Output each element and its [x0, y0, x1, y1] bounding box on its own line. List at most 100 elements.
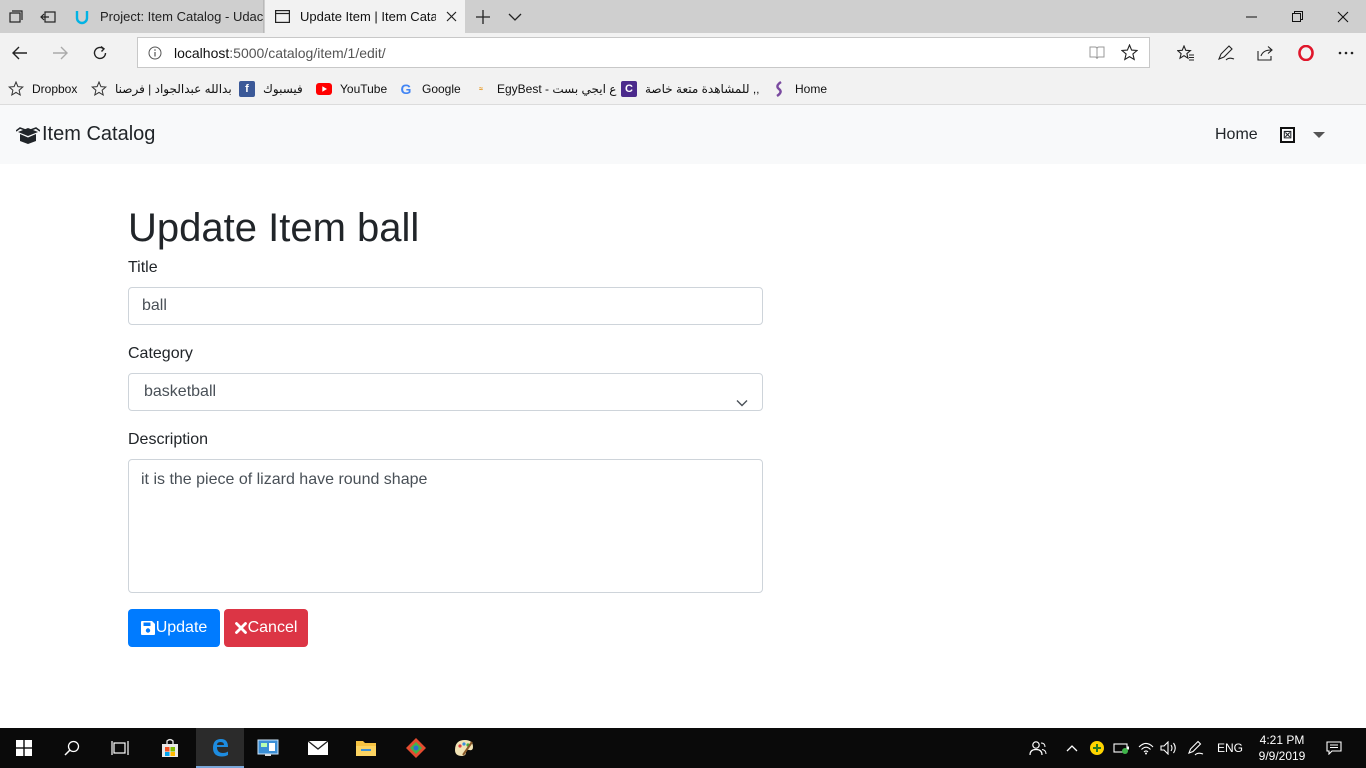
search-icon[interactable] — [48, 728, 96, 768]
category-select[interactable]: basketball — [128, 373, 763, 411]
star-icon — [91, 81, 107, 97]
url-field[interactable]: localhost:5000/catalog/item/1/edit/ — [137, 37, 1150, 68]
back-button[interactable] — [0, 33, 40, 73]
forward-button[interactable] — [40, 33, 80, 73]
mail-icon[interactable] — [294, 728, 342, 768]
favorite-star-icon[interactable] — [1121, 44, 1138, 61]
favorites-bar: Dropbox بدالله عبدالجواد | فرصنا f فيسبو… — [0, 73, 1366, 105]
description-textarea[interactable]: it is the piece of lizard have round sha… — [128, 459, 763, 593]
favorite-label: EgyBest - ع ايجي بست — [497, 82, 617, 96]
favorite-label: YouTube — [340, 82, 388, 96]
update-label: Update — [155, 619, 208, 636]
category-label: Category — [128, 345, 193, 362]
file-explorer-icon[interactable] — [342, 728, 390, 768]
url-host: localhost — [174, 44, 230, 61]
chevron-up-icon[interactable] — [1063, 728, 1081, 768]
app-navbar: Item Catalog Home ⊠ — [0, 105, 1366, 164]
favorite-google[interactable]: G Google — [398, 79, 461, 99]
network-status-plus-icon[interactable] — [1087, 728, 1107, 768]
times-icon — [234, 622, 247, 634]
tab-label: Project: Item Catalog - Udac — [100, 9, 263, 24]
favorite-cima[interactable]: C للمشاهدة متعة خاصة ,, — [621, 79, 760, 99]
language-indicator[interactable]: ENG — [1212, 728, 1248, 768]
udacity-icon — [74, 9, 90, 25]
favorite-dropbox[interactable]: Dropbox — [8, 79, 77, 99]
pen-workspace-icon[interactable] — [1184, 728, 1206, 768]
tab-preview-chevron-icon[interactable] — [499, 0, 531, 33]
set-aside-tabs-icon[interactable] — [32, 0, 64, 33]
favorite-facebook[interactable]: f فيسبوك — [239, 79, 303, 99]
favorite-forsana[interactable]: بدالله عبدالجواد | فرصنا — [91, 79, 232, 99]
user-avatar-icon[interactable]: ⊠ — [1280, 127, 1295, 143]
url-path: :5000/catalog/item/1/edit/ — [229, 44, 386, 61]
more-menu-icon[interactable] — [1326, 33, 1366, 73]
edge-taskbar-icon[interactable] — [196, 728, 244, 768]
tab-udacity[interactable]: Project: Item Catalog - Udac — [66, 0, 264, 33]
close-window-icon[interactable] — [1320, 0, 1366, 33]
windows-taskbar: ENG 4:21 PM 9/9/2019 — [0, 728, 1366, 768]
favorite-label: للمشاهدة متعة خاصة ,, — [645, 82, 760, 96]
chevron-down-icon — [736, 385, 748, 421]
minimize-icon[interactable] — [1228, 0, 1274, 33]
task-view-icon[interactable] — [96, 728, 144, 768]
favorite-label: بدالله عبدالجواد | فرصنا — [115, 82, 232, 96]
google-icon: G — [400, 81, 412, 97]
url-text: localhost:5000/catalog/item/1/edit/ — [174, 45, 386, 61]
cima-icon: C — [621, 81, 637, 97]
title-label: Title — [128, 259, 158, 276]
save-icon — [140, 621, 155, 635]
tab-update-item[interactable]: Update Item | Item Cata — [265, 0, 465, 33]
system-clock[interactable]: 4:21 PM 9/9/2019 — [1252, 732, 1312, 764]
category-selected-value: basketball — [144, 383, 217, 400]
favorites-hub-icon[interactable] — [1166, 33, 1206, 73]
brand-name: Item Catalog — [42, 123, 156, 145]
dropdown-caret-icon[interactable] — [1313, 132, 1325, 138]
cancel-button[interactable]: Cancel — [224, 609, 308, 647]
favorite-egybest[interactable]: ≈ EgyBest - ع ايجي بست — [473, 79, 616, 99]
battery-icon[interactable] — [1111, 728, 1133, 768]
refresh-button[interactable] — [80, 33, 120, 73]
volume-icon[interactable] — [1158, 728, 1180, 768]
tab-sets-icon[interactable] — [0, 0, 32, 33]
favorite-label: Dropbox — [32, 82, 78, 96]
browser-tab-bar: Project: Item Catalog - Udac Update Item… — [0, 0, 1366, 33]
info-icon[interactable] — [148, 46, 162, 60]
cancel-label: Cancel — [247, 619, 298, 636]
new-tab-icon[interactable] — [467, 0, 499, 33]
egybest-icon: ≈ — [479, 85, 483, 93]
facebook-icon: f — [239, 81, 255, 97]
nav-home-link[interactable]: Home — [1215, 126, 1258, 144]
box-open-icon — [16, 126, 40, 144]
description-label: Description — [128, 431, 209, 448]
restore-icon[interactable] — [1274, 0, 1320, 33]
brand-link[interactable]: Item Catalog — [16, 123, 155, 146]
start-button[interactable] — [0, 728, 48, 768]
control-panel-icon[interactable] — [244, 728, 292, 768]
share-icon[interactable] — [1246, 33, 1286, 73]
favorite-label: Home — [795, 82, 828, 96]
home-favicon — [771, 81, 787, 97]
update-button[interactable]: Update — [128, 609, 220, 647]
clock-date: 9/9/2019 — [1258, 749, 1306, 763]
title-input[interactable]: ball — [128, 287, 763, 325]
people-icon[interactable] — [1026, 728, 1050, 768]
store-icon[interactable] — [146, 728, 194, 768]
web-notes-icon[interactable] — [1206, 33, 1246, 73]
favorite-label: Google — [422, 82, 461, 96]
favorite-label: فيسبوك — [263, 82, 303, 96]
git-tool-icon[interactable] — [392, 728, 440, 768]
wifi-icon[interactable] — [1136, 728, 1156, 768]
address-bar-row: localhost:5000/catalog/item/1/edit/ — [0, 33, 1366, 73]
opera-icon[interactable] — [1286, 33, 1326, 73]
paint-icon[interactable] — [440, 728, 488, 768]
star-icon — [8, 81, 24, 97]
favorite-home[interactable]: Home — [771, 79, 827, 99]
notifications-icon[interactable] — [1320, 728, 1348, 768]
close-tab-icon[interactable] — [446, 11, 457, 22]
reading-view-icon[interactable] — [1089, 45, 1105, 60]
youtube-icon — [316, 81, 332, 97]
page-title: Update Item ball — [128, 206, 420, 250]
clock-time: 4:21 PM — [1259, 733, 1305, 747]
favorite-youtube[interactable]: YouTube — [316, 79, 387, 99]
tab-label: Update Item | Item Cata — [300, 9, 436, 24]
